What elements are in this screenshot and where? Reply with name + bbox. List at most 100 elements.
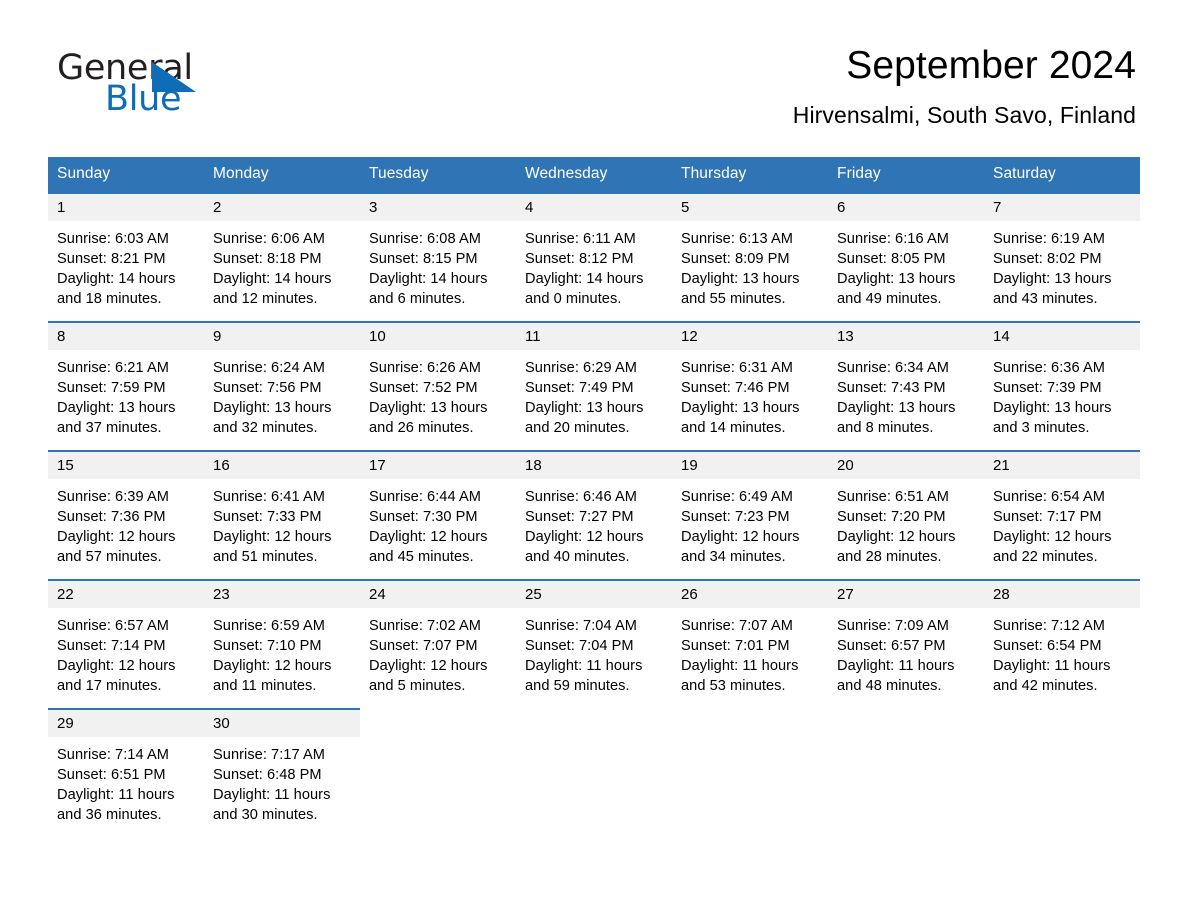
calendar-day-cell[interactable]: 19 Sunrise: 6:49 AM Sunset: 7:23 PM Dayligh… [672,450,828,580]
day-number: 7 [984,194,1140,221]
daylight-text-line1: Daylight: 13 hours [837,400,956,416]
sunrise-text: Sunrise: 6:26 AM [369,360,481,376]
calendar-day-cell[interactable]: 11 Sunrise: 6:29 AM Sunset: 7:49 PM Dayligh… [516,321,672,451]
calendar-day-cell[interactable]: 3 Sunrise: 6:08 AM Sunset: 8:15 PM Daylight… [360,192,516,322]
calendar-day-cell[interactable]: 16 Sunrise: 6:41 AM Sunset: 7:33 PM Dayligh… [204,450,360,580]
calendar-day-cell[interactable]: 5 Sunrise: 6:13 AM Sunset: 8:09 PM Daylight… [672,192,828,322]
daylight-text-line2: and 45 minutes. [369,549,474,565]
daylight-text-line2: and 26 minutes. [369,420,474,436]
calendar-day-cell-empty [672,708,828,837]
sunset-text: Sunset: 7:46 PM [681,380,790,396]
day-details: Sunrise: 6:06 AM Sunset: 8:18 PM Daylight:… [204,221,360,321]
daylight-text-line2: and 36 minutes. [57,807,162,823]
calendar-day-cell[interactable]: 9 Sunrise: 6:24 AM Sunset: 7:56 PM Daylight… [204,321,360,451]
day-number [516,710,672,737]
day-details [984,737,1140,829]
calendar-day-cell[interactable]: 18 Sunrise: 6:46 AM Sunset: 7:27 PM Dayligh… [516,450,672,580]
day-number: 11 [516,323,672,350]
calendar-day-cell[interactable]: 1 Sunrise: 6:03 AM Sunset: 8:21 PM Daylight… [48,192,204,322]
daylight-text-line2: and 51 minutes. [213,549,318,565]
calendar-day-cell[interactable]: 4 Sunrise: 6:11 AM Sunset: 8:12 PM Daylight… [516,192,672,322]
daylight-text-line2: and 30 minutes. [213,807,318,823]
sunrise-text: Sunrise: 6:16 AM [837,231,949,247]
sunset-text: Sunset: 7:36 PM [57,509,166,525]
calendar-day-cell[interactable]: 20 Sunrise: 6:51 AM Sunset: 7:20 PM Dayligh… [828,450,984,580]
calendar-day-cell[interactable]: 7 Sunrise: 6:19 AM Sunset: 8:02 PM Daylight… [984,192,1140,322]
sunset-text: Sunset: 7:33 PM [213,509,322,525]
calendar-day-cell[interactable]: 21 Sunrise: 6:54 AM Sunset: 7:17 PM Dayligh… [984,450,1140,580]
calendar-day-cell[interactable]: 14 Sunrise: 6:36 AM Sunset: 7:39 PM Dayligh… [984,321,1140,451]
daylight-text-line1: Daylight: 14 hours [57,271,176,287]
calendar-day-cell[interactable]: 29 Sunrise: 7:14 AM Sunset: 6:51 PM Dayligh… [48,708,204,837]
sunset-text: Sunset: 6:51 PM [57,767,166,783]
daylight-text-line1: Daylight: 12 hours [681,529,800,545]
daylight-text-line1: Daylight: 12 hours [525,529,644,545]
sunrise-text: Sunrise: 6:34 AM [837,360,949,376]
calendar-day-cell[interactable]: 30 Sunrise: 7:17 AM Sunset: 6:48 PM Dayligh… [204,708,360,837]
sunrise-text: Sunrise: 6:36 AM [993,360,1105,376]
day-details: Sunrise: 7:04 AM Sunset: 7:04 PM Daylight:… [516,608,672,708]
sunrise-text: Sunrise: 6:31 AM [681,360,793,376]
general-blue-logo[interactable]: General Blue [57,48,317,120]
day-details: Sunrise: 6:24 AM Sunset: 7:56 PM Daylight:… [204,350,360,450]
calendar-day-cell[interactable]: 15 Sunrise: 6:39 AM Sunset: 7:36 PM Dayligh… [48,450,204,580]
calendar-day-cell[interactable]: 17 Sunrise: 6:44 AM Sunset: 7:30 PM Dayligh… [360,450,516,580]
daylight-text-line1: Daylight: 14 hours [213,271,332,287]
day-number [984,710,1140,737]
day-number: 19 [672,452,828,479]
calendar-day-cell[interactable]: 12 Sunrise: 6:31 AM Sunset: 7:46 PM Dayligh… [672,321,828,451]
calendar-day-cell[interactable]: 25 Sunrise: 7:04 AM Sunset: 7:04 PM Dayligh… [516,579,672,709]
daylight-text-line1: Daylight: 11 hours [213,787,331,803]
calendar-table: Sunday Monday Tuesday Wednesday Thursday… [48,157,1140,837]
calendar-day-cell[interactable]: 8 Sunrise: 6:21 AM Sunset: 7:59 PM Daylight… [48,321,204,451]
day-number: 15 [48,452,204,479]
calendar-day-cell[interactable]: 2 Sunrise: 6:06 AM Sunset: 8:18 PM Daylight… [204,192,360,322]
day-number: 18 [516,452,672,479]
day-details: Sunrise: 7:14 AM Sunset: 6:51 PM Daylight:… [48,737,204,837]
sunrise-text: Sunrise: 6:03 AM [57,231,169,247]
weekday-header-sunday: Sunday [48,157,204,193]
sunset-text: Sunset: 7:27 PM [525,509,634,525]
calendar-day-cell[interactable]: 23 Sunrise: 6:59 AM Sunset: 7:10 PM Dayligh… [204,579,360,709]
day-number: 29 [48,710,204,737]
day-details: Sunrise: 6:11 AM Sunset: 8:12 PM Daylight:… [516,221,672,321]
sunset-text: Sunset: 7:07 PM [369,638,478,654]
day-number: 17 [360,452,516,479]
day-number: 20 [828,452,984,479]
sunset-text: Sunset: 8:02 PM [993,251,1102,267]
calendar-day-cell[interactable]: 27 Sunrise: 7:09 AM Sunset: 6:57 PM Dayligh… [828,579,984,709]
calendar-day-cell[interactable]: 13 Sunrise: 6:34 AM Sunset: 7:43 PM Dayligh… [828,321,984,451]
weekday-header-wednesday: Wednesday [516,157,672,193]
day-number: 5 [672,194,828,221]
day-number: 22 [48,581,204,608]
daylight-text-line2: and 12 minutes. [213,291,318,307]
sunrise-text: Sunrise: 6:13 AM [681,231,793,247]
sunrise-text: Sunrise: 6:59 AM [213,618,325,634]
calendar-day-cell[interactable]: 28 Sunrise: 7:12 AM Sunset: 6:54 PM Dayligh… [984,579,1140,709]
calendar-day-cell[interactable]: 10 Sunrise: 6:26 AM Sunset: 7:52 PM Dayligh… [360,321,516,451]
day-details: Sunrise: 6:34 AM Sunset: 7:43 PM Daylight:… [828,350,984,450]
calendar-day-cell[interactable]: 22 Sunrise: 6:57 AM Sunset: 7:14 PM Dayligh… [48,579,204,709]
sunset-text: Sunset: 7:04 PM [525,638,634,654]
daylight-text-line2: and 8 minutes. [837,420,934,436]
day-details: Sunrise: 6:57 AM Sunset: 7:14 PM Daylight:… [48,608,204,708]
day-details: Sunrise: 7:07 AM Sunset: 7:01 PM Daylight:… [672,608,828,708]
calendar-day-cell[interactable]: 6 Sunrise: 6:16 AM Sunset: 8:05 PM Daylight… [828,192,984,322]
sunset-text: Sunset: 7:20 PM [837,509,946,525]
calendar-day-cell[interactable]: 26 Sunrise: 7:07 AM Sunset: 7:01 PM Dayligh… [672,579,828,709]
calendar-header-row: Sunday Monday Tuesday Wednesday Thursday… [48,157,1140,193]
sunset-text: Sunset: 7:30 PM [369,509,478,525]
day-number: 25 [516,581,672,608]
weekday-header-saturday: Saturday [984,157,1140,193]
weekday-header-friday: Friday [828,157,984,193]
daylight-text-line2: and 42 minutes. [993,678,1098,694]
day-details: Sunrise: 7:09 AM Sunset: 6:57 PM Daylight:… [828,608,984,708]
daylight-text-line1: Daylight: 11 hours [993,658,1111,674]
day-number: 3 [360,194,516,221]
day-number: 4 [516,194,672,221]
sunrise-text: Sunrise: 7:02 AM [369,618,481,634]
calendar-day-cell[interactable]: 24 Sunrise: 7:02 AM Sunset: 7:07 PM Dayligh… [360,579,516,709]
daylight-text-line2: and 5 minutes. [369,678,466,694]
sunset-text: Sunset: 6:54 PM [993,638,1102,654]
daylight-text-line1: Daylight: 13 hours [57,400,176,416]
